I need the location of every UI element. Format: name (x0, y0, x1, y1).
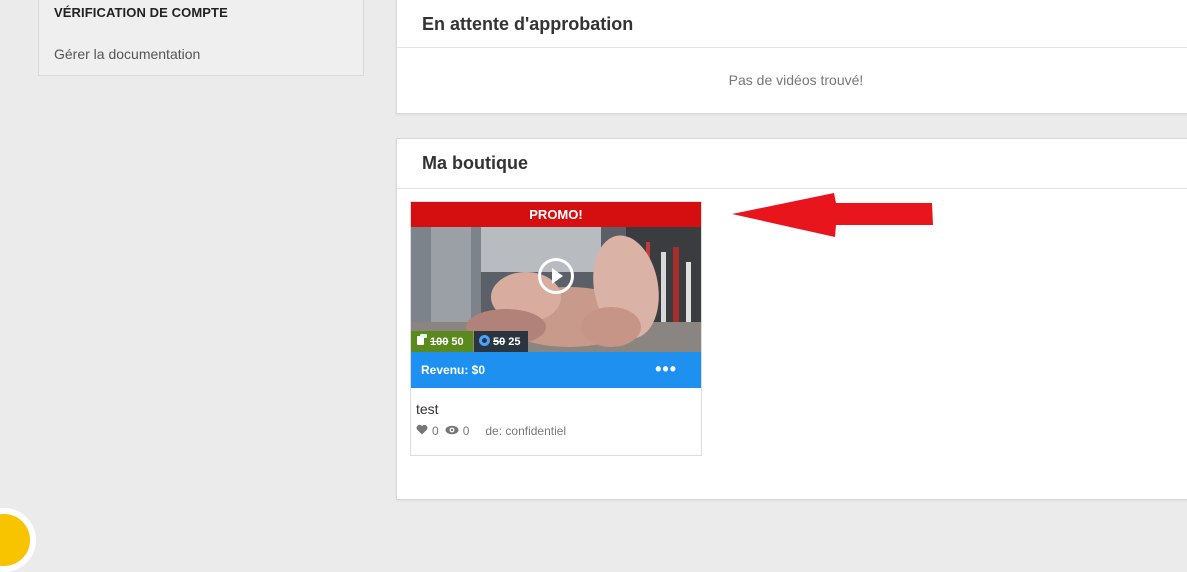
avatar[interactable] (0, 508, 36, 572)
price-tokens-old: 100 (430, 335, 449, 348)
price-tokens-new: 50 (451, 335, 464, 348)
pending-approval-title: En attente d'approbation (397, 0, 1187, 48)
eye-icon (445, 424, 459, 438)
video-meta: 0 0 de: confidentiel (416, 424, 566, 438)
price-points-old: 50 (493, 335, 506, 348)
price-tokens: 100 50 (411, 331, 473, 352)
promo-badge: PROMO! (411, 202, 701, 227)
revenue-bar: Revenu: $0 ••• (411, 352, 701, 388)
likes-count: 0 (432, 424, 439, 438)
heart-icon (416, 424, 428, 438)
star-badge-icon (479, 334, 490, 349)
pending-empty-message: Pas de vidéos trouvé! (728, 72, 864, 88)
video-thumbnail[interactable]: PROMO! 100 50 50 25 (411, 202, 701, 352)
sidebar-verification-section: VÉRIFICATION DE COMPTE Gérer la document… (38, 0, 364, 76)
price-points: 50 25 (474, 331, 528, 352)
revenue-label: Revenu: $0 (421, 363, 486, 377)
sidebar-section-title: VÉRIFICATION DE COMPTE (54, 5, 228, 20)
views-count: 0 (462, 424, 470, 438)
coins-icon (417, 334, 427, 349)
arrow-left-icon (732, 193, 933, 237)
video-title[interactable]: test (416, 401, 439, 417)
author-label[interactable]: de: confidentiel (485, 424, 566, 438)
more-options-button[interactable]: ••• (655, 360, 677, 378)
video-card: PROMO! 100 50 50 25 Revenu: $0 ••• test (410, 201, 702, 456)
manage-documentation-link[interactable]: Gérer la documentation (54, 46, 200, 62)
play-icon[interactable] (538, 258, 574, 294)
price-points-new: 25 (508, 335, 521, 348)
my-shop-title: Ma boutique (397, 139, 1187, 189)
pending-approval-panel: En attente d'approbation Pas de vidéos t… (396, 0, 1187, 114)
